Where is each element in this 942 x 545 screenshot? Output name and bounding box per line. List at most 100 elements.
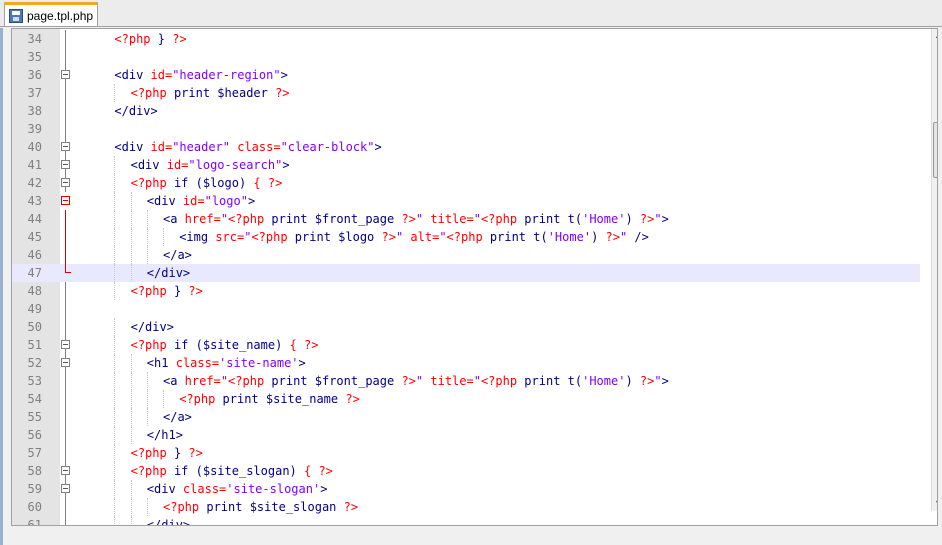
code-token: </h1> bbox=[146, 428, 183, 442]
code-token: <?php bbox=[130, 338, 167, 352]
code-line[interactable]: 60 <?php print $site_slogan ?> bbox=[12, 498, 920, 516]
line-text: <?php print $site_slogan ?> bbox=[163, 498, 358, 516]
code-token: 'Home' bbox=[547, 230, 592, 244]
indent-guide bbox=[130, 246, 133, 264]
fold-toggle-icon[interactable] bbox=[61, 340, 70, 349]
indent-guide bbox=[130, 210, 133, 228]
code-token: > bbox=[280, 68, 288, 82]
fold-line bbox=[65, 390, 66, 408]
fold-line bbox=[65, 318, 66, 336]
fold-toggle-icon[interactable] bbox=[61, 70, 70, 79]
fold-line bbox=[65, 372, 66, 390]
code-line[interactable]: 44 <a href="<?php print $front_page ?>" t… bbox=[12, 210, 920, 228]
code-line[interactable]: 59 <div class='site-slogan'> bbox=[12, 480, 920, 498]
indent-guide bbox=[114, 498, 116, 516]
code-token: "header-region" bbox=[172, 68, 281, 82]
code-token: <?php bbox=[228, 374, 265, 388]
code-line[interactable]: 36 <div id="header-region"> bbox=[12, 66, 920, 84]
scroll-down-arrow-icon[interactable]: ▼ bbox=[936, 499, 937, 508]
code-line[interactable]: 49 bbox=[12, 300, 920, 318]
code-line[interactable]: 43 <div id="logo"> bbox=[12, 192, 920, 210]
line-number: 45 bbox=[27, 230, 42, 244]
code-token: { bbox=[253, 176, 268, 190]
line-text: <a href="<?php print $front_page ?>" tit… bbox=[163, 372, 669, 390]
code-token: <?php bbox=[130, 86, 167, 100]
code-token: > bbox=[247, 194, 256, 208]
code-token: class= bbox=[230, 140, 281, 154]
fold-end-marker bbox=[65, 264, 71, 273]
fold-toggle-icon[interactable] bbox=[61, 484, 70, 493]
code-line[interactable]: 40 <div id="header" class="clear-block"> bbox=[12, 138, 920, 156]
code-token: ) bbox=[625, 212, 640, 226]
indent-guide bbox=[130, 192, 133, 210]
fold-line bbox=[65, 48, 66, 66]
code-token: > bbox=[298, 356, 306, 370]
code-line[interactable]: 52 <h1 class='site-name'> bbox=[12, 354, 920, 372]
code-token: <?php bbox=[130, 446, 167, 460]
code-token: <?php bbox=[114, 32, 151, 46]
line-text: <a href="<?php print $front_page ?>" tit… bbox=[163, 210, 669, 228]
code-token: > bbox=[661, 374, 669, 388]
code-line[interactable]: 34 <?php } ?> bbox=[12, 30, 920, 48]
code-token: id= bbox=[143, 68, 173, 82]
code-line[interactable]: 57 <?php } ?> bbox=[12, 444, 920, 462]
fold-toggle-icon[interactable] bbox=[61, 358, 70, 367]
code-line[interactable]: 46 </a> bbox=[12, 246, 920, 264]
code-line[interactable]: 51 <?php if ($site_name) { ?> bbox=[12, 336, 920, 354]
code-token: ?> bbox=[401, 212, 416, 226]
line-number: 52 bbox=[27, 356, 42, 370]
line-number: 43 bbox=[27, 194, 42, 208]
code-line[interactable]: 56 </h1> bbox=[12, 426, 920, 444]
code-line[interactable]: 41 <div id="logo-search"> bbox=[12, 156, 920, 174]
code-token: "header" bbox=[172, 140, 230, 154]
code-line[interactable]: 55 </a> bbox=[12, 408, 920, 426]
line-text: <div id="header" class="clear-block"> bbox=[114, 138, 381, 156]
code-line[interactable]: 53 <a href="<?php print $front_page ?>" t… bbox=[12, 372, 920, 390]
indent-guide bbox=[114, 228, 116, 246]
code-line[interactable]: 47 </div> bbox=[12, 264, 920, 282]
code-line[interactable]: 54 <?php print $site_name ?> bbox=[12, 390, 920, 408]
code-token: ?> bbox=[381, 230, 396, 244]
fold-toggle-icon[interactable] bbox=[61, 142, 70, 151]
code-token: if ($logo) bbox=[166, 176, 254, 190]
code-line[interactable]: 42 <?php if ($logo) { ?> bbox=[12, 174, 920, 192]
code-editor[interactable]: 34 <?php } ?> 35 36 <div id="header-region">… bbox=[11, 28, 938, 526]
code-token: > bbox=[374, 140, 382, 154]
code-line[interactable]: 45 <img src="<?php print $logo ?>" alt="<… bbox=[12, 228, 920, 246]
fold-toggle-icon[interactable] bbox=[61, 196, 70, 205]
line-number: 50 bbox=[27, 320, 42, 334]
horizontal-scrollbar[interactable]: ◀ ▶ bbox=[12, 525, 931, 526]
vertical-scrollbar[interactable]: ▲ ▼ bbox=[931, 29, 937, 511]
fold-toggle-icon[interactable] bbox=[61, 466, 70, 475]
line-number: 36 bbox=[27, 68, 42, 82]
fold-toggle-icon[interactable] bbox=[61, 178, 70, 187]
indent-guide bbox=[114, 156, 116, 174]
code-token: <a bbox=[163, 212, 178, 226]
vertical-scroll-thumb[interactable] bbox=[933, 122, 937, 178]
code-token: ?> bbox=[343, 500, 359, 514]
fold-toggle-icon[interactable] bbox=[61, 160, 70, 169]
indent-guide bbox=[146, 246, 149, 264]
code-token: <div bbox=[114, 68, 144, 82]
line-number: 57 bbox=[27, 446, 42, 460]
tab-page-tpl-php[interactable]: page.tpl.php bbox=[4, 2, 98, 26]
code-line[interactable]: 39 bbox=[12, 120, 920, 138]
code-line[interactable]: 38 </div> bbox=[12, 102, 920, 120]
code-token: "logo-search" bbox=[188, 158, 283, 172]
code-line[interactable]: 50 </div> bbox=[12, 318, 920, 336]
code-line[interactable]: 48 <?php } ?> bbox=[12, 282, 920, 300]
code-token: <div bbox=[114, 140, 144, 154]
code-line[interactable]: 37 <?php print $header ?> bbox=[12, 84, 920, 102]
code-token: " bbox=[473, 212, 481, 226]
line-text: </div> bbox=[114, 102, 157, 120]
line-text: <div class='site-slogan'> bbox=[147, 480, 328, 498]
code-line[interactable]: 58 <?php if ($site_slogan) { ?> bbox=[12, 462, 920, 480]
line-text: <h1 class='site-name'> bbox=[147, 354, 306, 372]
line-text: <?php print $site_name ?> bbox=[179, 390, 360, 408]
code-token: title= bbox=[423, 374, 474, 388]
indent-guide bbox=[130, 354, 133, 372]
code-token: print $front_page bbox=[264, 374, 402, 388]
code-token: id= bbox=[159, 158, 189, 172]
code-line[interactable]: 35 bbox=[12, 48, 920, 66]
scroll-up-arrow-icon[interactable]: ▲ bbox=[936, 30, 937, 39]
